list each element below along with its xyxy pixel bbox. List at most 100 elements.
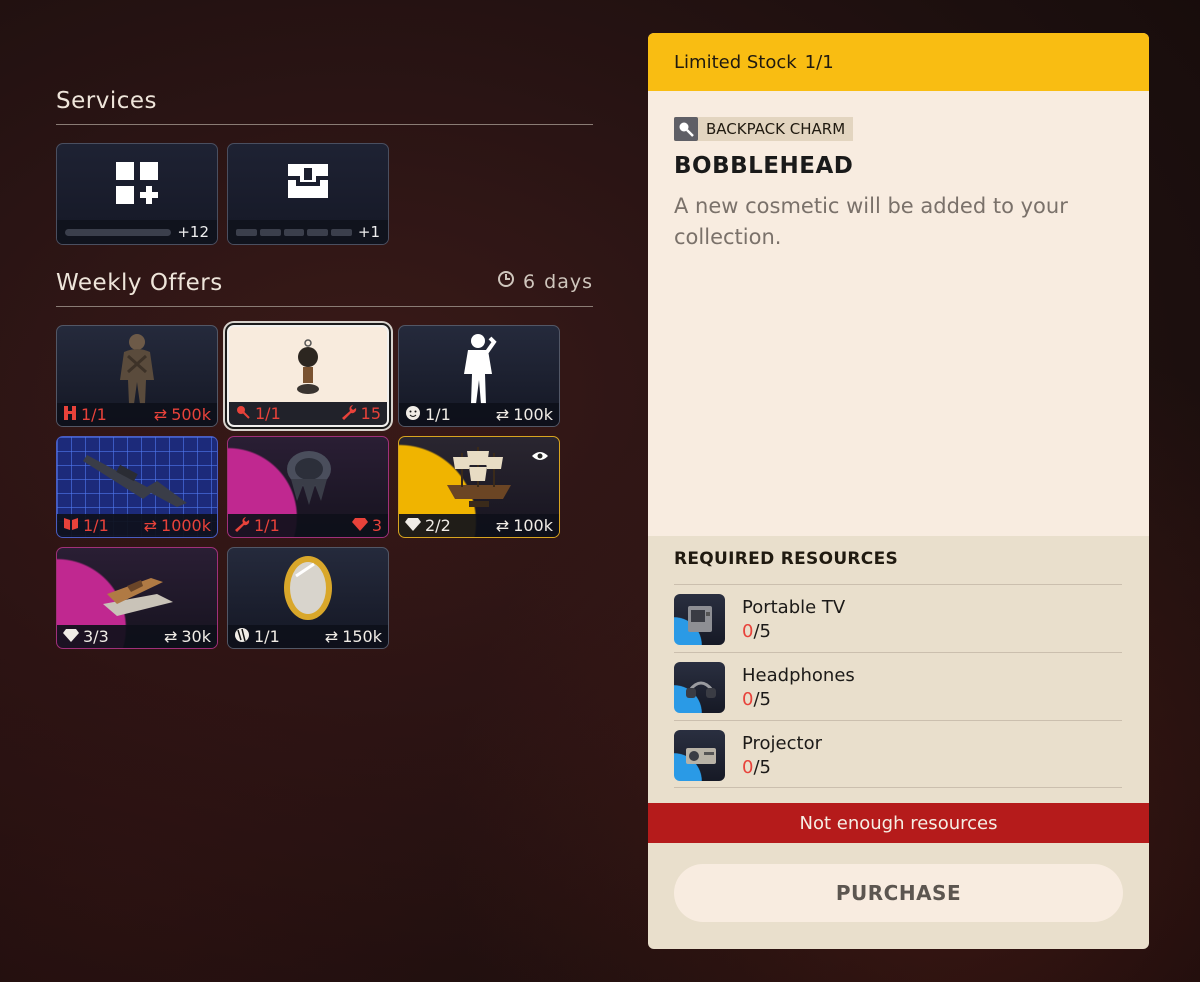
offer-timer: 6 days [497, 270, 593, 293]
required-resources-title: REQUIRED RESOURCES [674, 549, 899, 569]
service-count: +12 [177, 223, 209, 241]
offer-stock: 3/3 [83, 627, 109, 646]
offer-price: 30k [181, 627, 211, 646]
resource-name: Portable TV [742, 597, 846, 618]
service-progress: +12 [57, 220, 217, 244]
bobblehead-image [293, 339, 323, 403]
clock-icon [497, 270, 515, 293]
trade-icon: ⇄ [163, 627, 178, 646]
offer-footer: 3/3 ⇄ 30k [57, 625, 217, 648]
resource-row: Projector 0/5 [674, 720, 1122, 788]
resource-row: Headphones 0/5 [674, 652, 1122, 720]
timer-unit: days [544, 270, 593, 293]
offer-stock: 2/2 [425, 516, 451, 535]
emote-image [454, 332, 504, 410]
offer-price: 15 [360, 404, 381, 423]
trade-icon: ⇄ [495, 516, 510, 535]
stock-label: Limited Stock [674, 51, 797, 73]
offer-mirror[interactable]: 1/1 ⇄ 150k [227, 547, 389, 649]
offer-stock: 1/1 [254, 516, 280, 535]
offer-footer: 1/1 ⇄ 1000k [57, 514, 217, 537]
mirror-image [280, 552, 336, 628]
resource-quantity: 0/5 [742, 689, 771, 710]
boat-image [97, 564, 177, 624]
purchase-button[interactable]: PURCHASE [674, 864, 1123, 922]
offer-stock: 1/1 [81, 405, 107, 424]
offer-footer: 1/1 15 [229, 402, 387, 425]
stock-value: 1/1 [804, 51, 834, 73]
insufficient-resources-banner: Not enough resources [648, 803, 1149, 843]
offer-ship-model[interactable]: 2/2 ⇄ 100k [398, 436, 560, 538]
trade-icon: ⇄ [495, 405, 510, 424]
offer-footer: 2/2 ⇄ 100k [399, 514, 559, 537]
charm-type-icon [235, 404, 251, 424]
service-unlock-slots[interactable]: +12 [56, 143, 218, 245]
category-label: BACKPACK CHARM [706, 120, 846, 138]
offer-outfit[interactable]: 1/1 ⇄ 500k [56, 325, 218, 427]
resource-row: Portable TV 0/5 [674, 584, 1122, 652]
add-grid-icon [114, 160, 160, 210]
offer-emote[interactable]: 1/1 ⇄ 100k [398, 325, 560, 427]
weekly-offers-title: Weekly Offers [56, 270, 223, 296]
offer-price: 150k [342, 627, 382, 646]
gem-icon [63, 627, 79, 646]
offer-footer: 1/1 3 [228, 514, 388, 537]
offer-price: 100k [513, 405, 553, 424]
service-stash[interactable]: +1 [227, 143, 389, 245]
outfit-type-icon [63, 405, 77, 425]
offer-price: 500k [171, 405, 211, 424]
category-tag: BACKPACK CHARM [674, 117, 854, 141]
trade-icon: ⇄ [143, 516, 158, 535]
wrench-icon [341, 404, 357, 424]
service-count: +1 [357, 223, 380, 241]
weapon-image [77, 447, 197, 513]
offer-stock: 1/1 [255, 404, 281, 423]
portable-tv-icon [674, 594, 725, 645]
trade-icon: ⇄ [153, 405, 168, 424]
weekly-divider [56, 306, 593, 307]
stock-header: Limited Stock 1/1 [648, 33, 1149, 91]
headphones-icon [674, 662, 725, 713]
service-progress: +1 [228, 220, 388, 244]
trade-icon: ⇄ [324, 627, 339, 646]
offer-gauntlet[interactable]: 1/1 3 [227, 436, 389, 538]
services-divider [56, 124, 593, 125]
services-title: Services [56, 88, 157, 114]
offer-bobblehead-charm[interactable]: 1/1 15 [227, 325, 389, 427]
ship-image [439, 441, 519, 513]
resource-name: Headphones [742, 665, 855, 686]
progress-track [65, 228, 172, 236]
offer-stock: 1/1 [425, 405, 451, 424]
item-detail-panel: Limited Stock 1/1 BACKPACK CHARM BOBBLEH… [648, 33, 1149, 949]
wrench-icon [234, 516, 250, 536]
offer-stock: 1/1 [83, 516, 109, 535]
chest-icon [284, 160, 332, 204]
gauntlet-image [273, 445, 343, 513]
offer-weapon-blueprint[interactable]: 1/1 ⇄ 1000k [56, 436, 218, 538]
resource-quantity: 0/5 [742, 757, 771, 778]
striped-token-icon [234, 627, 250, 647]
gem-icon [405, 516, 421, 535]
item-name: BOBBLEHEAD [674, 153, 854, 179]
item-description: A new cosmetic will be added to your col… [674, 194, 1068, 249]
outfit-image [112, 332, 162, 410]
offer-boat-model[interactable]: 3/3 ⇄ 30k [56, 547, 218, 649]
book-icon [63, 516, 79, 535]
offer-price: 1000k [161, 516, 211, 535]
emote-type-icon [405, 405, 421, 425]
offer-footer: 1/1 ⇄ 500k [57, 403, 217, 426]
offer-footer: 1/1 ⇄ 150k [228, 625, 388, 648]
resource-quantity: 0/5 [742, 621, 771, 642]
charm-icon [674, 117, 698, 141]
progress-segments [236, 228, 352, 236]
offer-footer: 1/1 ⇄ 100k [399, 403, 559, 426]
item-info: BACKPACK CHARM BOBBLEHEAD A new cosmetic… [648, 91, 1149, 536]
eye-icon[interactable] [531, 447, 549, 466]
offer-price: 100k [513, 516, 553, 535]
timer-value: 6 [523, 270, 537, 293]
resource-name: Projector [742, 733, 822, 754]
projector-icon [674, 730, 725, 781]
offer-price: 3 [371, 516, 382, 535]
gem-icon [351, 516, 368, 535]
offer-stock: 1/1 [254, 627, 280, 646]
